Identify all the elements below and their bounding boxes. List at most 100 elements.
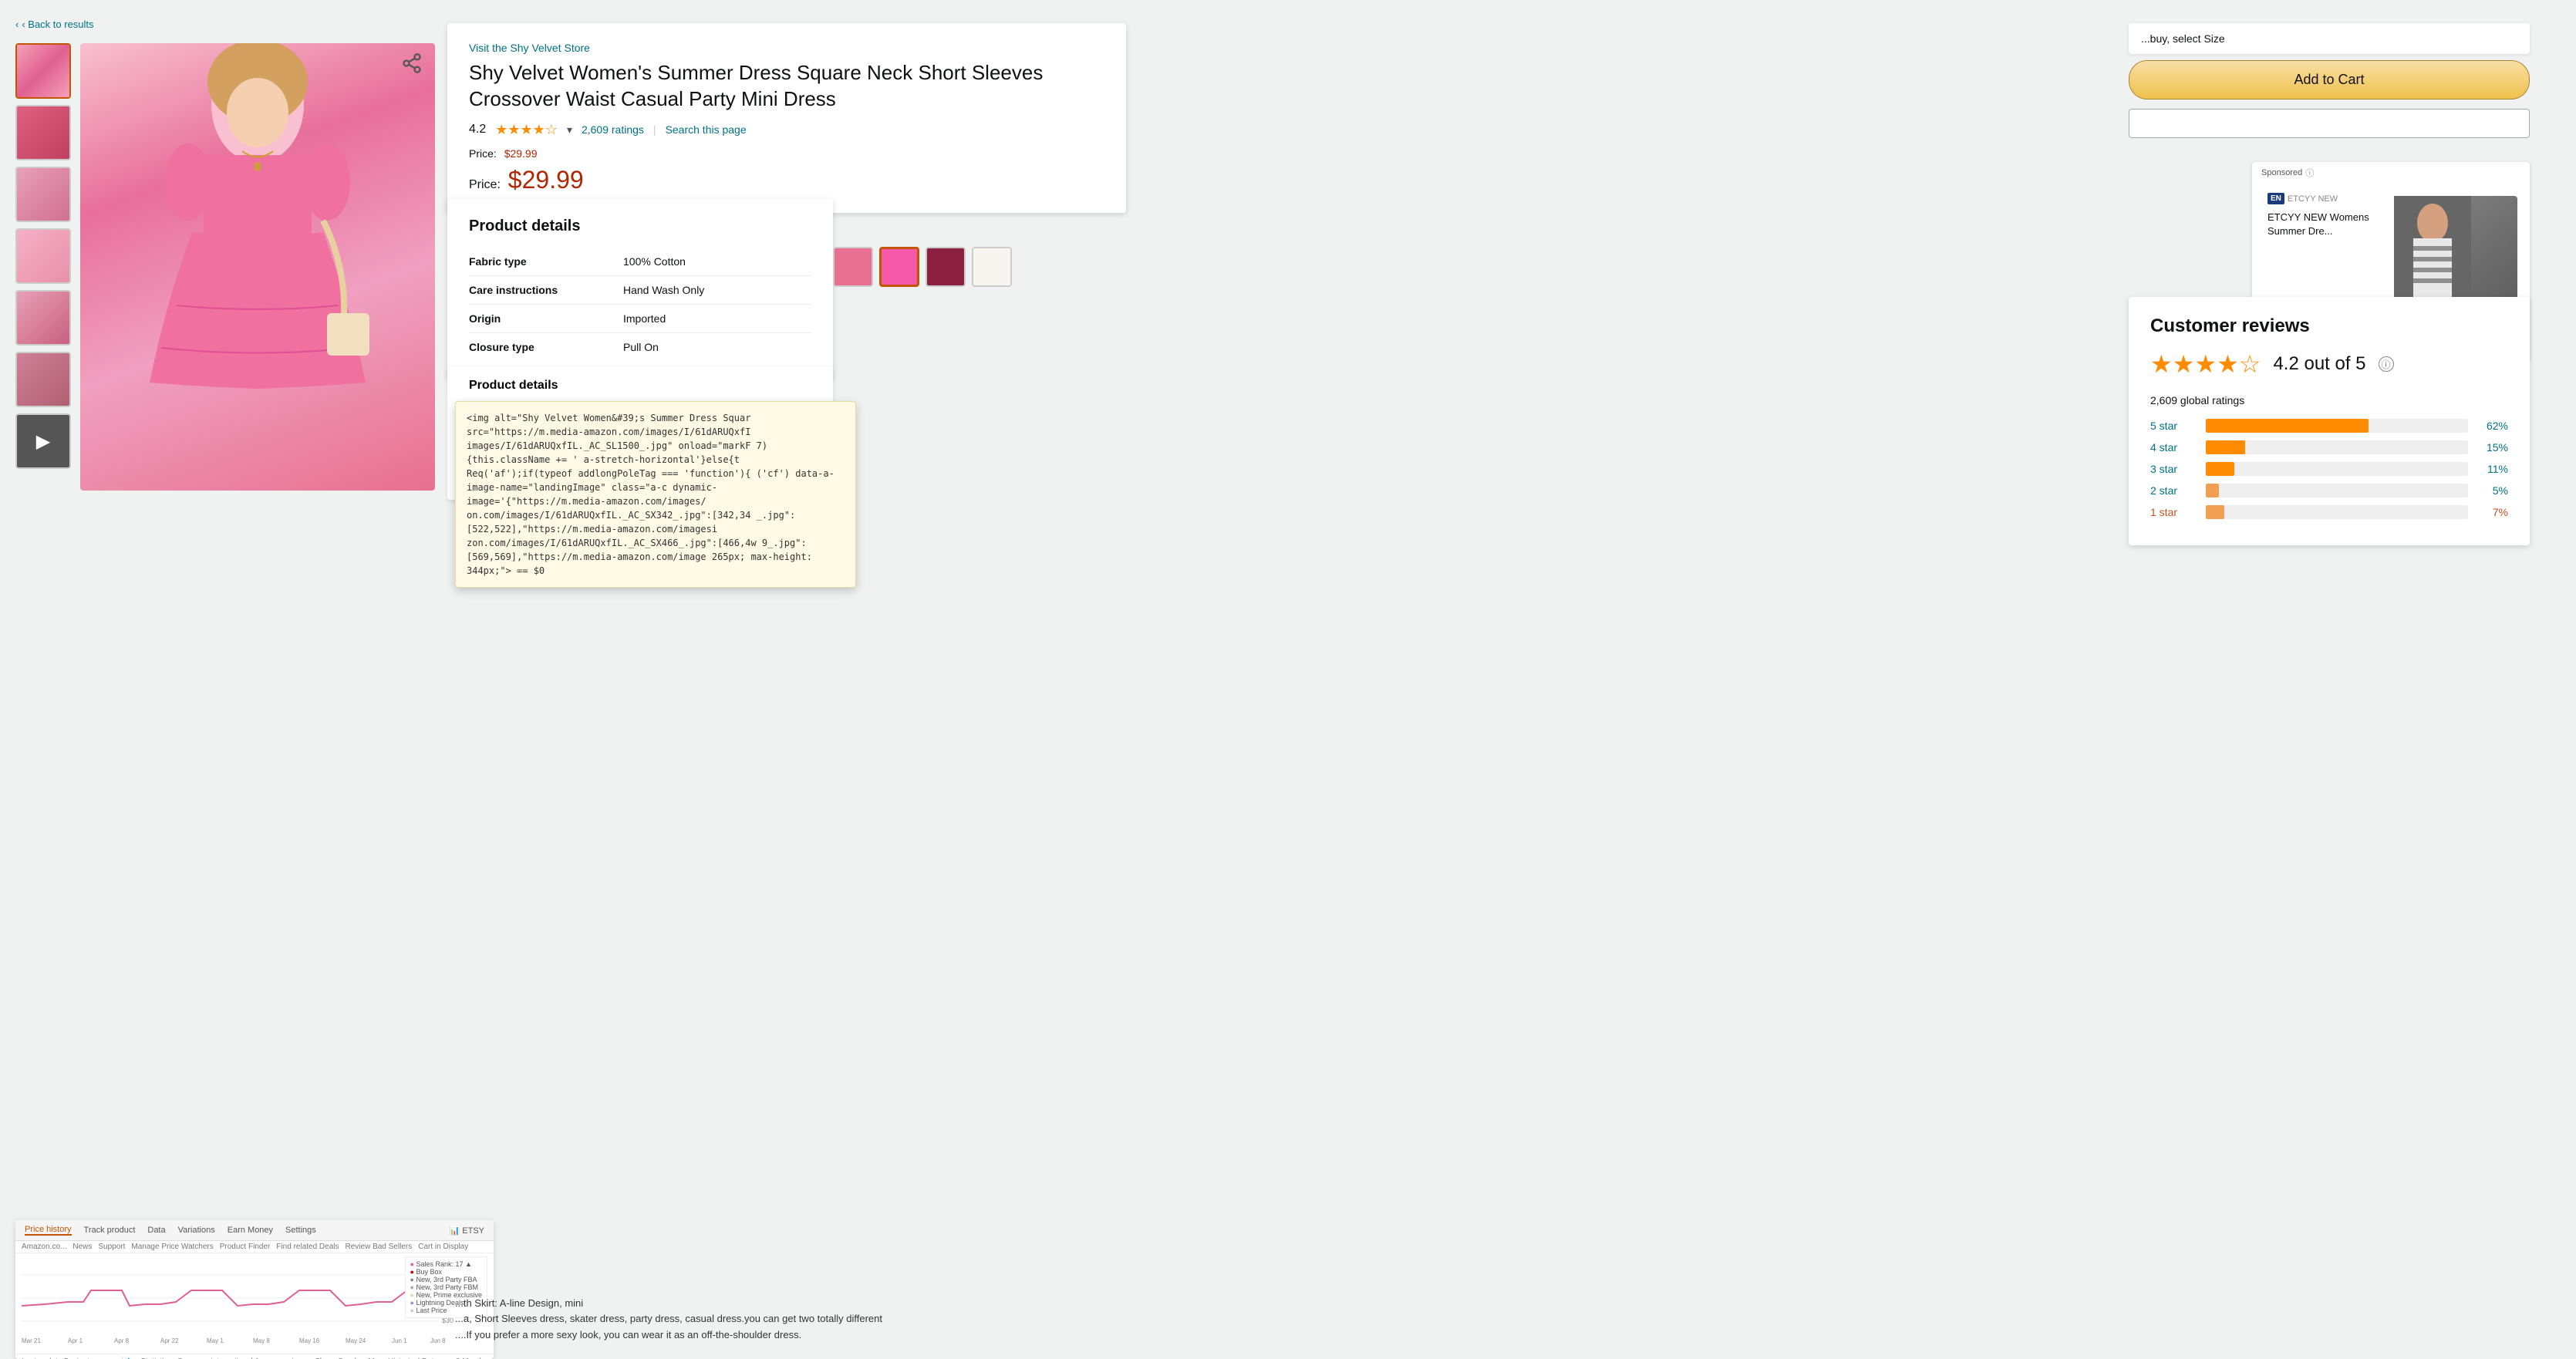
thumb-5[interactable] [15,290,71,346]
code-tooltip-text: <img alt="Shy Velvet Women&#39;s Summer … [467,413,835,576]
thumb-4[interactable] [15,228,71,284]
ph-logo: 📊 ETSY [450,1226,484,1236]
back-to-results[interactable]: ‹ ‹ Back to results [15,19,94,30]
sponsored-brand: EN ETCYY NEW [2258,190,2388,207]
swatch-pink[interactable] [833,247,873,287]
bar-row-3star: 3 star 11% [2150,462,2508,476]
store-link[interactable]: Visit the Shy Velvet Store [469,42,1104,54]
svg-text:May 1: May 1 [207,1337,224,1344]
right-panel: ...buy, select Size Add to Cart [2129,23,2530,138]
svg-text:Jun 1: Jun 1 [392,1337,407,1344]
detail-row-origin: Origin Imported [469,305,811,333]
bar-fill-3star [2206,462,2234,476]
bar-track-3star [2206,462,2468,476]
thumb-video: ▶ [17,415,69,467]
ph-tab-track[interactable]: Track product [84,1226,136,1235]
brand-name: ETCYY NEW [2288,194,2338,204]
thumb-7[interactable]: ▶ [15,413,71,469]
main-product-image [80,43,435,491]
detail-key-care: Care instructions [469,284,592,296]
bar-pct-3star: 11% [2477,463,2508,475]
bar-label-5star[interactable]: 5 star [2150,420,2197,432]
ph-tab-variations[interactable]: Variations [178,1226,215,1235]
thumb-6[interactable] [15,352,71,407]
svg-text:May 16: May 16 [299,1337,320,1344]
svg-text:Jun 8: Jun 8 [430,1337,446,1344]
thumb-1[interactable] [15,43,71,99]
global-ratings: 2,609 global ratings [2150,394,2508,406]
ph-nav-support[interactable]: Support [98,1243,125,1251]
bar-track-4star [2206,440,2468,454]
details-title-lower: Product details [469,379,811,393]
bar-label-4star[interactable]: 4 star [2150,441,2197,454]
price-history-panel: Price history Track product Data Variati… [15,1220,494,1359]
desc-line-3: ....If you prefer a more sexy look, you … [455,1327,887,1344]
ph-nav-cart[interactable]: Cart in Display [418,1243,468,1251]
bar-fill-5star [2206,419,2369,433]
thumb-3[interactable] [15,167,71,222]
detail-row-closure: Closure type Pull On [469,333,811,361]
desc-line-2: ...a, Short Sleeves dress, skater dress,… [455,1311,887,1327]
swatch-burgundy[interactable] [926,247,966,287]
sponsored-title[interactable]: ETCYY NEW Womens Summer Dre... [2258,207,2388,244]
bar-pct-1star: 7% [2477,506,2508,518]
ratings-count-link[interactable]: 2,609 ratings [582,123,644,136]
swatch-bright-pink[interactable] [879,247,919,287]
bar-label-3star[interactable]: 3 star [2150,463,2197,475]
detail-key-closure: Closure type [469,341,592,353]
price-main-row: Price: $29.99 [469,166,1104,194]
bar-fill-4star [2206,440,2245,454]
bar-row-2star: 2 star 5% [2150,484,2508,497]
bar-fill-2star [2206,484,2219,497]
add-to-cart-button[interactable]: Add to Cart [2129,60,2530,99]
product-title: Shy Velvet Women's Summer Dress Square N… [469,60,1104,113]
reviews-panel: Customer reviews ★★★★☆ 4.2 out of 5 ⓘ 2,… [2129,297,2530,545]
product-details-box: Product details Fabric type 100% Cotton … [447,199,833,379]
ph-tab-data[interactable]: Data [147,1226,165,1235]
ph-nav-news[interactable]: News [72,1243,92,1251]
bar-pct-5star: 62% [2477,420,2508,432]
price-main: $29.99 [508,166,584,194]
svg-text:May 24: May 24 [346,1337,366,1344]
ph-nav-sellers[interactable]: Review Bad Sellers [346,1243,413,1251]
back-icon: ‹ [15,19,19,30]
ph-tab-price-history[interactable]: Price history [25,1225,72,1236]
bar-row-1star: 1 star 7% [2150,505,2508,519]
product-info-panel: Visit the Shy Velvet Store Shy Velvet Wo… [447,23,1126,213]
ph-nav-deals[interactable]: Find related Deals [276,1243,339,1251]
reviews-title: Customer reviews [2150,315,2508,337]
share-button[interactable] [401,52,423,79]
thumb-img-5 [17,292,69,344]
en-badge: EN [2267,193,2284,204]
thumb-2[interactable] [15,105,71,160]
bar-track-2star [2206,484,2468,497]
rating-dropdown[interactable]: ▾ [567,123,572,137]
wishlist-input[interactable] [2129,109,2530,138]
rating-row: 4.2 ★★★★☆ ▾ 2,609 ratings | Search this … [469,122,1104,138]
sponsored-info-icon[interactable]: ⓘ [2305,167,2314,179]
reviews-summary-row: ★★★★☆ 4.2 out of 5 ⓘ [2150,349,2508,379]
price-history-footer: Last update 5 minutes ago 📊 Statistic Co… [15,1354,494,1359]
price-history-nav: Amazon.co... News Support Manage Price W… [15,1241,494,1253]
desc-line-1: ...th Skirt: A-line Design, mini [455,1296,887,1312]
svg-text:May 8: May 8 [253,1337,270,1344]
bar-row-5star: 5 star 62% [2150,419,2508,433]
ph-tab-settings[interactable]: Settings [285,1226,316,1235]
ph-tab-earn[interactable]: Earn Money [228,1226,273,1235]
search-page-link[interactable]: Search this page [666,123,747,136]
bar-row-4star: 4 star 15% [2150,440,2508,454]
swatch-white[interactable] [972,247,1012,287]
ph-nav-amazon[interactable]: Amazon.co... [22,1243,66,1251]
bar-label-2star[interactable]: 2 star [2150,484,2197,497]
bar-pct-2star: 5% [2477,484,2508,497]
ph-nav-watchers[interactable]: Manage Price Watchers [131,1243,213,1251]
sponsored-text: Sponsored [2261,168,2302,177]
ph-nav-finder[interactable]: Product Finder [220,1243,271,1251]
thumb-img-6 [17,353,69,406]
bar-label-1star[interactable]: 1 star [2150,506,2197,518]
price-row-small: Price: $29.99 [469,147,1104,160]
bar-track-5star [2206,419,2468,433]
code-tooltip: <img alt="Shy Velvet Women&#39;s Summer … [455,401,856,588]
reviews-stars: ★★★★☆ [2150,349,2261,379]
reviews-info-icon[interactable]: ⓘ [2379,356,2394,372]
